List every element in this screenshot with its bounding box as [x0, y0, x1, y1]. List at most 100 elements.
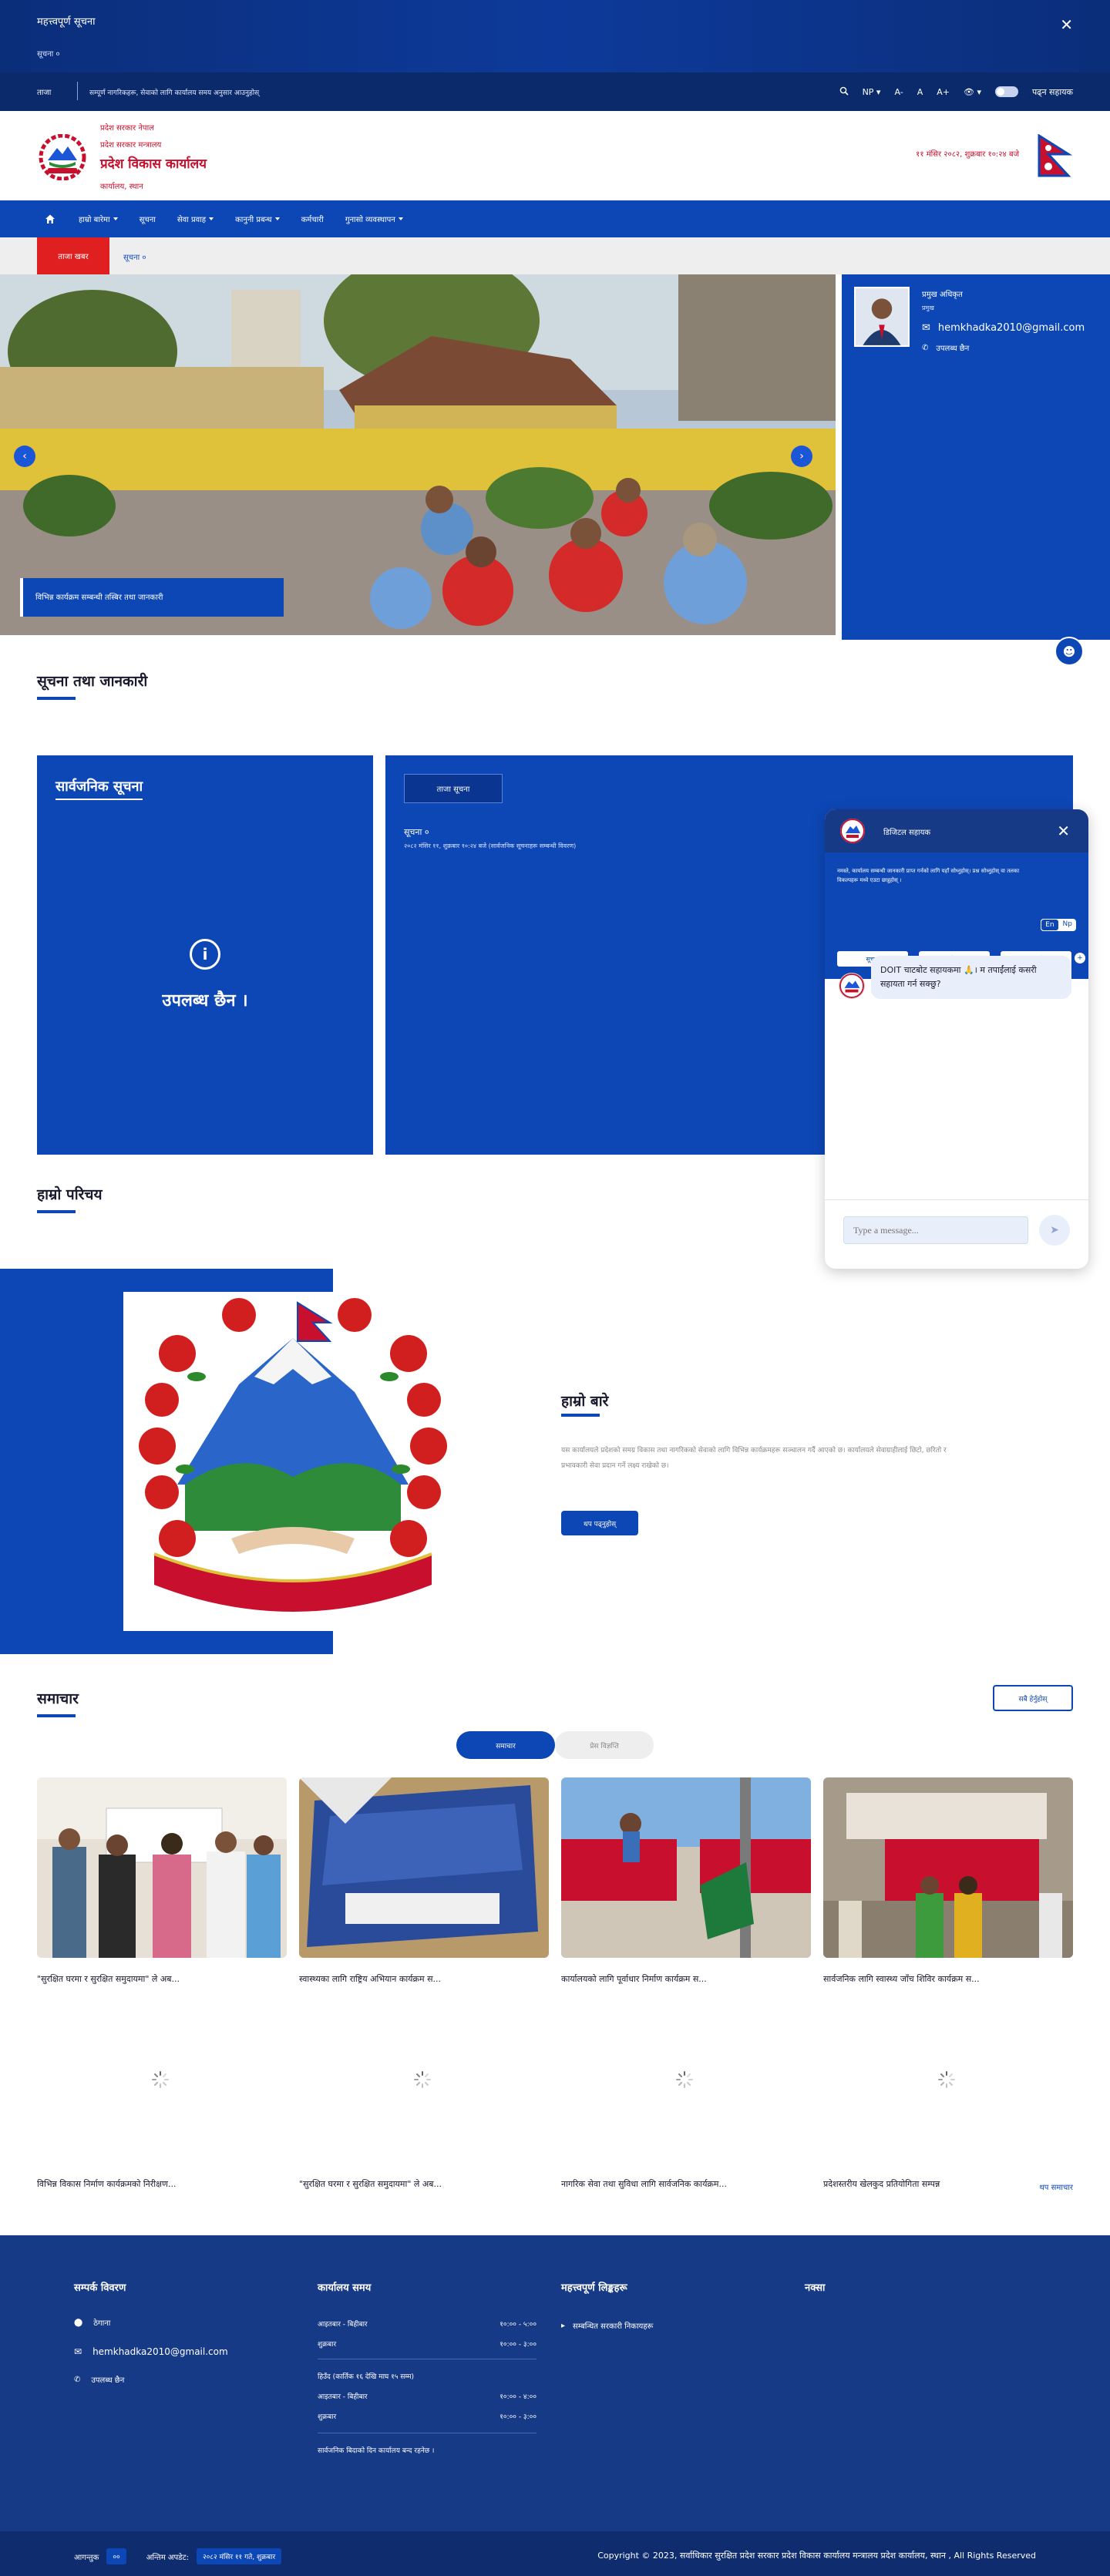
accessibility-label: पढ्न सहायक: [1032, 86, 1073, 97]
official-phone[interactable]: ✆ उपलब्ध छैन: [922, 342, 969, 354]
mail-icon: ✉: [922, 322, 930, 334]
chat-message-input[interactable]: [843, 1216, 1028, 1244]
utility-controls: NP ▾ A- A A+ 👁 ▾ पढ्न सहायक: [839, 82, 1073, 101]
section-underline: [37, 1210, 76, 1213]
nav-item-label: सूचना: [139, 216, 156, 224]
chat-language-switch[interactable]: En Np: [1041, 919, 1076, 931]
font-default-button[interactable]: A: [917, 87, 923, 97]
official-email[interactable]: ✉ hemkhadka2010@gmail.com: [922, 322, 1085, 334]
nav-item[interactable]: कर्मचारी: [291, 200, 335, 237]
main-nav: हाम्रो बारेमा सूचना सेवा प्रवाह कानुनी प्रब…: [0, 200, 1110, 237]
footer-link-text: सम्बन्धित सरकारी निकायहरू: [573, 2322, 654, 2331]
nav-item[interactable]: कानुनी प्रबन्ध: [224, 200, 290, 237]
hours-day: आइतबार - बिहीबार: [318, 2321, 368, 2329]
news-card[interactable]: स्वास्थ्यका लागि राष्ट्रिय अभियान कार्यक…: [299, 1777, 549, 1985]
theme-toggle[interactable]: [995, 86, 1018, 97]
nav-item-label: सेवा प्रवाह: [177, 216, 207, 224]
nav-item-label: कर्मचारी: [301, 216, 324, 224]
home-icon[interactable]: [37, 200, 68, 237]
news-caption[interactable]: विभिन्न विकास निर्माण कार्यक्रमको निरीक्…: [37, 2178, 176, 2190]
notice-link[interactable]: सूचना ०: [37, 48, 60, 59]
tab-latest-notice[interactable]: ताजा सूचना: [404, 774, 503, 803]
chevron-down-icon: [274, 217, 280, 220]
more-options-icon[interactable]: +: [1075, 953, 1085, 963]
footer-email[interactable]: ✉ hemkhadka2010@gmail.com: [74, 2346, 228, 2357]
hero-slider: ‹ › विभिन्न कार्यक्रम सम्बन्धी तस्बिर तथ…: [0, 274, 836, 635]
news-image: [823, 1777, 1073, 1958]
notice-item-title[interactable]: सूचना ०: [404, 826, 429, 838]
more-news-link[interactable]: थप समाचार: [1039, 2181, 1073, 2192]
visitor-label: आगन्तुक: [74, 2553, 99, 2562]
chatbot-toggle-button[interactable]: ☻: [1054, 637, 1084, 666]
org-line-1: प्रदेश सरकार नेपाल: [100, 124, 154, 133]
footer-phone[interactable]: ✆ उपलब्ध छैन: [74, 2374, 125, 2386]
section-title-intro: हाम्रो परिचय: [37, 1186, 103, 1203]
nav-item[interactable]: हाम्रो बारेमा: [68, 200, 129, 237]
news-image: [299, 1777, 549, 1958]
section-title-notices: सूचना तथा जानकारी: [37, 673, 148, 690]
emblem-logo[interactable]: [37, 134, 88, 180]
info-icon: i: [190, 939, 220, 970]
news-card[interactable]: सार्वजनिक लागि स्वास्थ्य जाँच शिविर कार्…: [823, 1777, 1073, 1985]
news-caption[interactable]: प्रदेशस्तरीय खेलकुद प्रतियोगिता सम्पन्न: [823, 2178, 940, 2190]
footer-address: ⬤ ठेगाना: [74, 2317, 111, 2329]
font-decrease-button[interactable]: A-: [894, 87, 903, 97]
chat-title: डिजिटल सहायक: [883, 829, 931, 837]
breaking-text[interactable]: सूचना ०: [123, 251, 146, 262]
news-tabs: समाचार प्रेस विज्ञप्ति: [456, 1731, 654, 1759]
view-all-button[interactable]: सबै हेर्नुहोस्: [993, 1685, 1073, 1711]
lang-np-option[interactable]: Np: [1059, 919, 1076, 931]
news-caption[interactable]: नागरिक सेवा तथा सुविधा लागि सार्वजनिक का…: [561, 2178, 727, 2190]
hours-row: शुक्रबार १०:०० - ३:००: [318, 2339, 536, 2349]
notice-title: महत्त्वपूर्ण सूचना: [37, 16, 96, 28]
hours-time: १०:०० - ४:००: [500, 2393, 536, 2401]
language-select[interactable]: NP ▾: [863, 87, 881, 97]
footer-address-text: ठेगाना: [93, 2319, 111, 2328]
slider-prev-button[interactable]: ‹: [14, 446, 35, 467]
phone-icon: ✆: [74, 2375, 81, 2384]
read-more-button[interactable]: थप पढ्नुहोस्: [561, 1511, 638, 1535]
news-image: [37, 1777, 287, 1958]
news-card[interactable]: कार्यालयको लागि पूर्वाधार निर्माण कार्यक…: [561, 1777, 811, 1985]
close-icon[interactable]: ✕: [1057, 822, 1070, 840]
chevron-right-icon: ▸: [561, 2321, 566, 2330]
empty-message: उपलब्ध छैन ।: [162, 991, 248, 1011]
close-icon[interactable]: ✕: [1060, 15, 1073, 34]
chevron-down-icon: [113, 217, 118, 220]
search-icon[interactable]: [839, 86, 849, 98]
news-card[interactable]: "सुरक्षित घरमा र सुरक्षित समुदायमा" ले अ…: [37, 1777, 287, 1985]
nav-item[interactable]: गुनासो व्यवस्थापन: [335, 200, 414, 237]
hours-time: १०:०० - ३:००: [500, 2413, 536, 2421]
language-label: NP: [862, 86, 874, 97]
official-title: प्रमुख: [922, 304, 934, 311]
tab-press-release[interactable]: प्रेस विज्ञप्ति: [555, 1731, 654, 1759]
breaking-news-strip: ताजा खबर सूचना ०: [0, 237, 1110, 274]
font-increase-button[interactable]: A+: [937, 87, 950, 97]
slider-next-button[interactable]: ›: [791, 446, 812, 467]
public-notice-box: सार्वजनिक सूचना i उपलब्ध छैन ।: [37, 755, 373, 1155]
hours-day: शुक्रबार: [318, 2413, 337, 2421]
hours-day: आइतबार - बिहीबार: [318, 2393, 368, 2401]
bottom-bar: आगन्तुक ०० अन्तिम अपडेट: २०८२ मंसिर ११ ग…: [0, 2531, 1110, 2576]
section-title-news: समाचार: [37, 1690, 79, 1707]
footer-phone-text: उपलब्ध छैन: [91, 2376, 125, 2385]
eye-icon[interactable]: 👁 ▾: [964, 87, 981, 97]
news-caption[interactable]: "सुरक्षित घरमा र सुरक्षित समुदायमा" ले अ…: [299, 2178, 442, 2190]
visitor-count: ००: [106, 2548, 126, 2564]
phone-icon: ✆: [922, 343, 929, 352]
org-address: कार्यालय, स्थान: [100, 183, 143, 191]
intro-underline: [561, 1414, 600, 1417]
footer-link[interactable]: ▸ सम्बन्धित सरकारी निकायहरू: [561, 2320, 654, 2332]
loading-spinner-icon: [414, 2071, 431, 2088]
lang-en-option[interactable]: En: [1041, 919, 1059, 931]
nav-item[interactable]: सेवा प्रवाह: [166, 200, 224, 237]
news-ticker[interactable]: सम्पूर्ण नागरिकहरू, सेवाको लागि कार्यालय…: [89, 87, 259, 97]
public-notice-title: सार्वजनिक सूचना: [56, 777, 143, 800]
tab-news[interactable]: समाचार: [456, 1731, 555, 1759]
site-footer: सम्पर्क विवरण ⬤ ठेगाना ✉ hemkhadka2010@g…: [0, 2235, 1110, 2531]
nav-item[interactable]: सूचना: [129, 200, 166, 237]
winter-title-text: हिउँद (कार्तिक १६ देखि माघ १५ सम्म): [318, 2373, 415, 2381]
send-icon[interactable]: ➤: [1039, 1215, 1070, 1246]
mail-icon: ✉: [74, 2346, 82, 2357]
updated-label: अन्तिम अपडेट:: [146, 2553, 189, 2562]
